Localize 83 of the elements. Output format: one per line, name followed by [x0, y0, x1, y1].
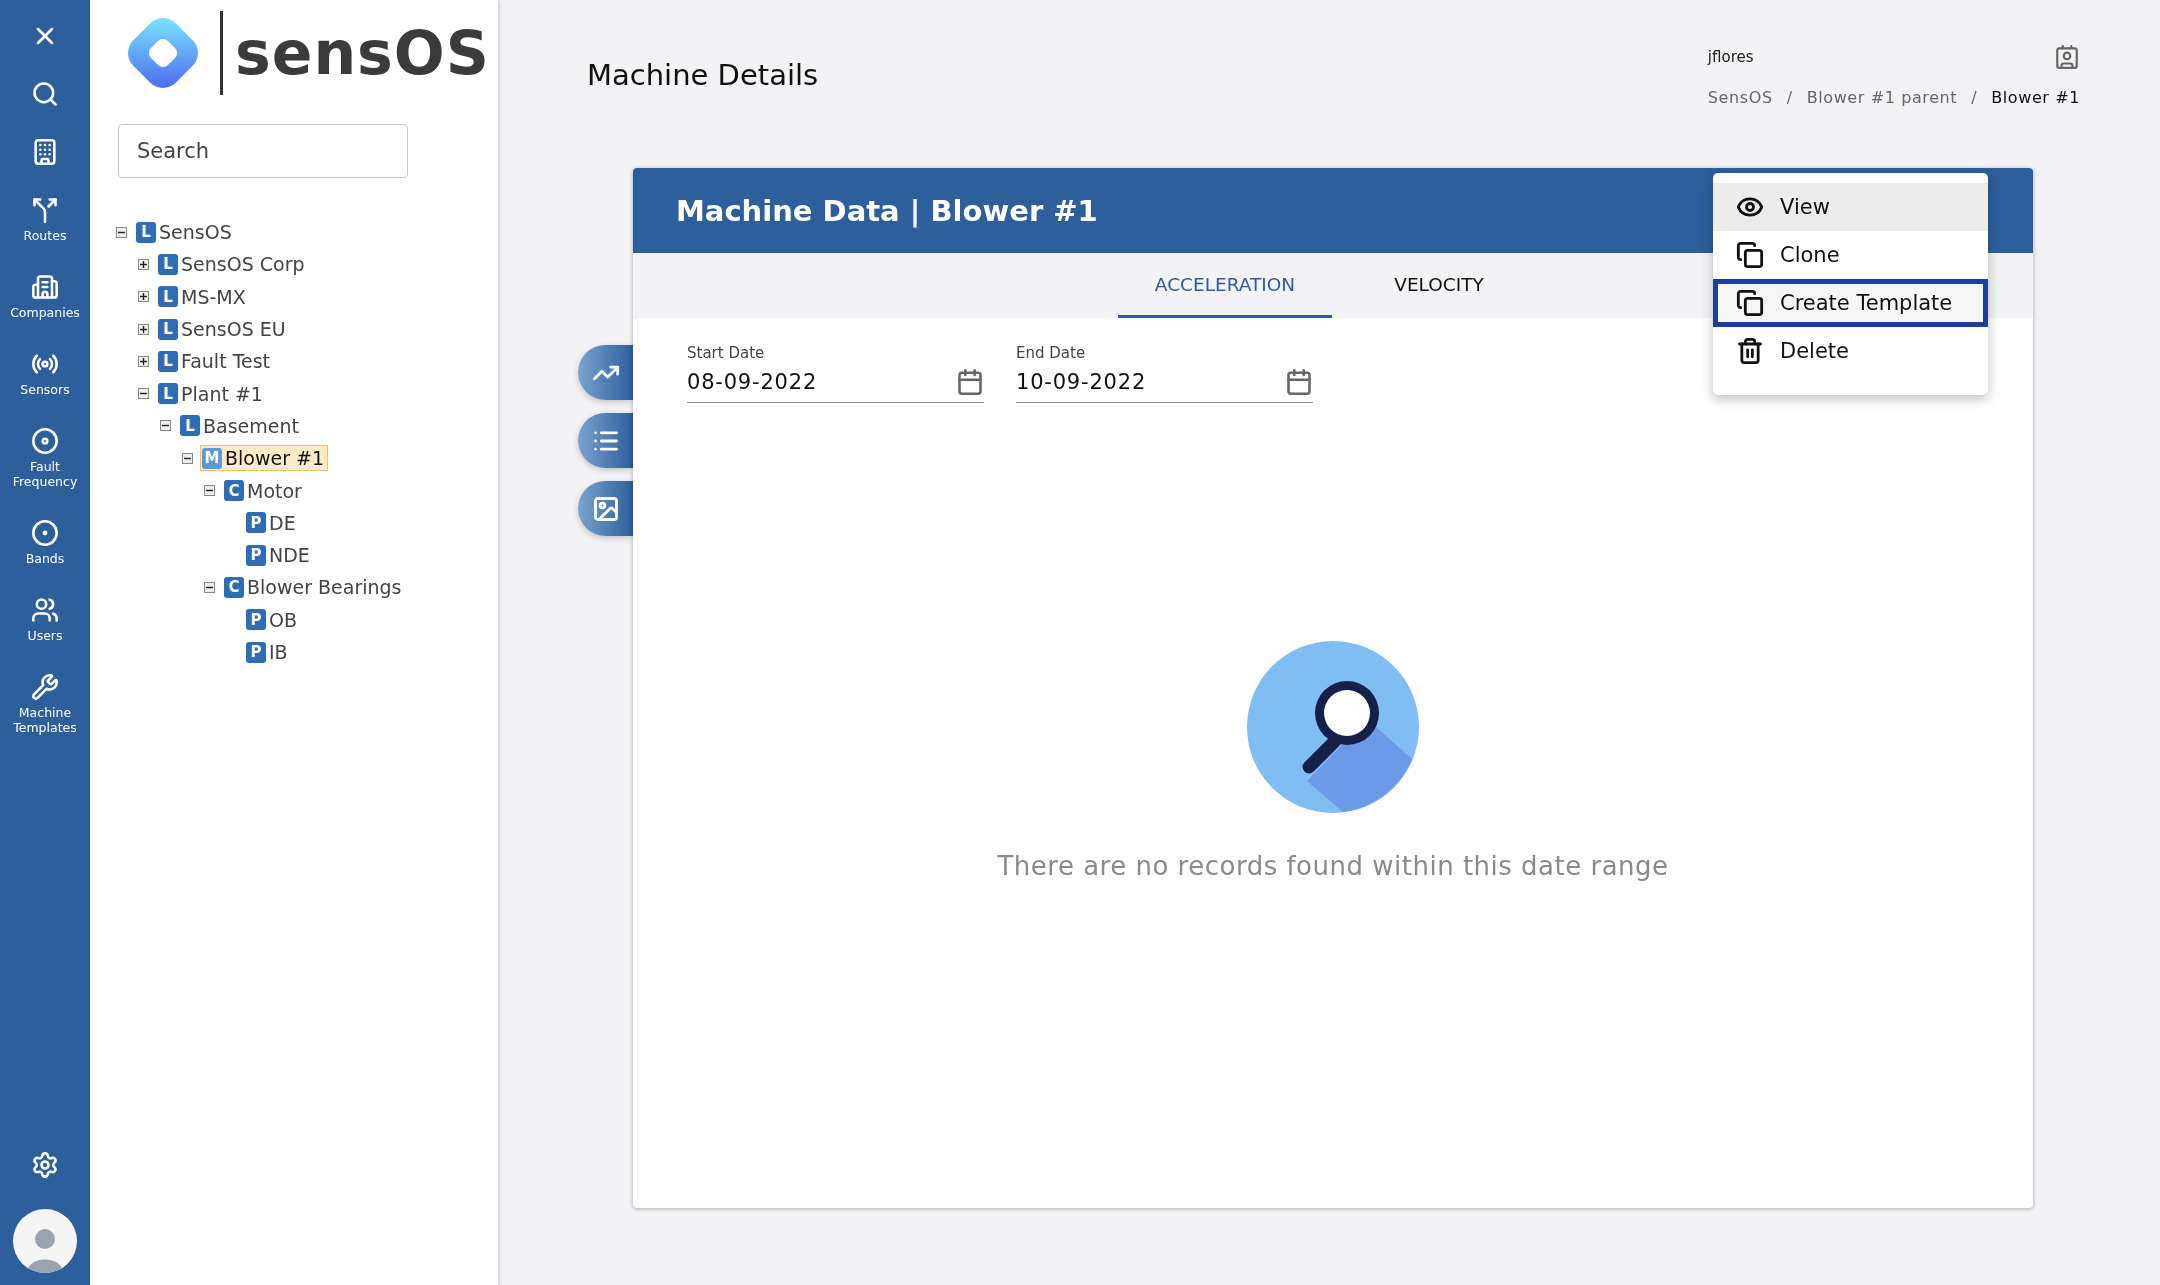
user-name: jflores	[1707, 48, 1754, 66]
expand-toggle[interactable]	[138, 323, 149, 335]
collapse-toggle[interactable]	[160, 420, 171, 432]
image-icon	[592, 494, 620, 523]
nav-item[interactable]: Bands	[2, 519, 88, 566]
date-field[interactable]: End Date 10-09-2022	[1016, 344, 1313, 403]
node-type-badge: L	[158, 383, 178, 405]
node-type-badge: P	[246, 609, 266, 631]
expand-toggle[interactable]	[138, 291, 149, 303]
search-field[interactable]: Search	[118, 124, 408, 178]
node-type-badge: P	[246, 544, 266, 566]
nav-item[interactable]: Routes	[2, 196, 88, 243]
card-title: Machine Data | Blower #1	[676, 193, 1098, 228]
brand-name: sensOS	[235, 18, 491, 88]
page-title: Machine Details	[587, 58, 819, 94]
tree-node[interactable]: L Plant #1	[156, 380, 267, 407]
expand-toggle[interactable]	[138, 355, 149, 367]
settings-icon	[31, 1151, 59, 1179]
empty-message: There are no records found within this date range	[997, 851, 1669, 881]
tree-node[interactable]: C Blower Bearings	[222, 574, 406, 601]
side-tab-button[interactable]	[578, 481, 633, 536]
menu-item[interactable]: Create Template	[1713, 279, 1988, 327]
menu-item[interactable]: Clone	[1713, 231, 1988, 279]
nav-item[interactable]: Sensors	[2, 350, 88, 397]
circle-dot-icon	[31, 519, 59, 547]
breadcrumb-link[interactable]: SensOS	[1707, 88, 1773, 107]
nav-item[interactable]: Users	[2, 596, 88, 643]
tree-node[interactable]: P IB	[244, 639, 292, 665]
node-type-badge: L	[158, 286, 178, 308]
tree-node[interactable]: P OB	[244, 606, 301, 633]
side-tab-button[interactable]	[578, 413, 633, 468]
tree-node[interactable]: L SensOS Corp	[156, 251, 309, 278]
node-type-badge: L	[180, 415, 200, 437]
trash-icon	[1736, 337, 1764, 365]
node-type-badge: P	[246, 641, 266, 663]
id-badge-icon[interactable]	[2054, 44, 2080, 70]
tree-node[interactable]: P DE	[244, 509, 300, 536]
wrench-icon	[31, 673, 59, 701]
tree-node[interactable]: P NDE	[244, 542, 314, 569]
collapse-toggle[interactable]	[204, 485, 215, 496]
tree-node[interactable]: L Fault Test	[156, 348, 275, 375]
nav-item[interactable]: Machine Templates	[2, 673, 88, 735]
node-type-badge: M	[202, 447, 222, 469]
tree-node[interactable]: L Basement	[178, 412, 303, 439]
nav-item[interactable]: Fault Frequency	[2, 427, 88, 489]
expand-toggle[interactable]	[138, 258, 149, 270]
date-field[interactable]: Start Date 08-09-2022	[687, 344, 984, 403]
building-icon	[31, 138, 59, 166]
breadcrumb-separator: /	[1786, 88, 1793, 107]
tab[interactable]: VELOCITY	[1332, 253, 1546, 318]
tree-node[interactable]: L SensOS EU	[156, 316, 290, 343]
building-icon	[31, 273, 59, 301]
tree-node[interactable]: L SensOS	[134, 219, 236, 246]
node-type-badge: C	[224, 480, 244, 501]
calendar-icon[interactable]	[956, 368, 984, 396]
collapse-toggle[interactable]	[138, 388, 149, 400]
tree-node[interactable]: C Motor	[222, 477, 306, 504]
node-type-badge: C	[224, 576, 244, 598]
menu-item[interactable]: Delete	[1713, 327, 1988, 375]
side-tab-button[interactable]	[578, 345, 633, 400]
collapse-toggle[interactable]	[204, 581, 215, 593]
calendar-icon[interactable]	[1285, 368, 1313, 396]
breadcrumb-link[interactable]: Blower #1 parent	[1806, 88, 1958, 107]
breadcrumb-separator: /	[1971, 88, 1978, 107]
copy-icon	[1736, 241, 1764, 269]
tree-node[interactable]: L MS-MX	[156, 283, 250, 310]
collapse-toggle[interactable]	[182, 452, 193, 464]
collapse-toggle[interactable]	[116, 226, 127, 238]
copy-icon	[1736, 289, 1764, 317]
nav-item[interactable]: Companies	[2, 273, 88, 320]
fork-arrow-icon	[31, 196, 59, 224]
tab[interactable]: ACCELERATION	[1118, 253, 1332, 318]
search-icon	[31, 80, 59, 108]
node-type-badge: L	[136, 221, 156, 243]
menu-item[interactable]: View	[1713, 183, 1988, 231]
tree-node[interactable]: M Blower #1	[200, 445, 329, 472]
users-icon	[31, 596, 59, 624]
node-type-badge: L	[158, 318, 178, 340]
disc-icon	[31, 427, 59, 455]
node-type-badge: L	[158, 350, 178, 372]
node-type-badge: P	[246, 512, 266, 534]
node-type-badge: L	[158, 253, 178, 275]
breadcrumb-link[interactable]: Blower #1	[1991, 88, 2080, 107]
